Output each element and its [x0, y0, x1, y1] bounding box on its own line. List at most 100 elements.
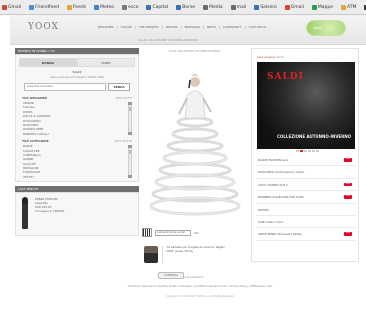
feature-item[interactable]: COCO CHANEL Part 2 new	[256, 179, 356, 192]
nav-separator: |	[219, 25, 221, 29]
tab-donna[interactable]: DONNA	[19, 58, 77, 67]
bookmark-label: Capital	[152, 4, 169, 10]
last-minute-thumbnail[interactable]	[20, 197, 30, 230]
list-item[interactable]: ROBERTO CAVALLI	[22, 132, 132, 136]
nav-item[interactable]: COLORI	[121, 25, 132, 29]
bookmark-2[interactable]: Feeds	[66, 4, 86, 10]
pager-dot[interactable]	[300, 150, 303, 152]
pager-dot[interactable]	[312, 150, 315, 152]
capital-icon	[146, 4, 152, 10]
feature-item[interactable]: SNOW MINDS Primavera Estate new	[256, 228, 356, 241]
bookmark-12[interactable]: ATM	[341, 4, 357, 10]
bookmark-label: Salsero	[260, 4, 277, 10]
nav-item[interactable]: THE PROJECT	[139, 25, 159, 29]
nav-separator: |	[161, 25, 163, 29]
center-caption: SALDI COLLEZIONE AUTUNNO-INVERNO	[168, 50, 221, 53]
feature-item-label: BIOSOS	[258, 207, 269, 212]
list-item[interactable]: VESTITI	[22, 175, 132, 179]
bookmark-9[interactable]: Salsero	[254, 4, 277, 10]
pager-dot[interactable]	[296, 150, 299, 152]
bookmark-0[interactable]: Gmail	[2, 4, 21, 10]
nav-item[interactable]: DESIGNER	[98, 25, 114, 29]
gmail-icon	[2, 4, 7, 10]
bookmark-label: Friendfeed	[35, 4, 59, 10]
feature-item[interactable]: MODERN COLLECTOR FOR YOOX new	[256, 191, 356, 204]
web-page: YOOX DESIGNER | COLORI | THE PROJECT | DESIGN |…	[10, 15, 366, 311]
scrollbar-up[interactable]	[128, 102, 132, 105]
bookmark-6[interactable]: Borse	[176, 4, 196, 10]
feature-item-label: COCO CHANEL Part 2	[258, 182, 288, 187]
scrollbar-up[interactable]	[128, 145, 132, 149]
scrollbar[interactable]	[128, 102, 132, 136]
feature-item-label: SNOW MINDS Primavera Estate	[258, 232, 302, 237]
search-input[interactable]: Cosa stai cercando?	[24, 83, 106, 91]
section-title[interactable]: SALDI	[16, 70, 138, 74]
site-logo[interactable]: YOOX	[28, 22, 59, 32]
section-subtitle[interactable]: Autunno/Inverno Primavera / Estate 2009	[16, 76, 138, 79]
bookmark-3[interactable]: Meteo	[94, 4, 114, 10]
newsletter-go-button[interactable]: VAI	[194, 231, 198, 235]
bookmark-label: Gmail	[290, 4, 304, 10]
shop-button[interactable]: SHOP	[306, 20, 346, 36]
sidebar-panel: DONNA UOMO SALDI Autunno/Inverno Primave…	[15, 54, 139, 183]
nav-item[interactable]: BREAKING	[184, 25, 200, 29]
nav-separator: |	[116, 25, 118, 29]
feature-item[interactable]: CAMI Caduco Chic	[256, 216, 356, 229]
tab-uomo[interactable]: UOMO	[77, 58, 135, 67]
last-minute-line: Consegna in FRANCE	[35, 209, 65, 214]
bookmark-1[interactable]: Friendfeed	[29, 4, 59, 10]
scrollbar-down[interactable]	[128, 132, 132, 136]
feature-item[interactable]: DIARIO FASHION Look new	[256, 154, 356, 167]
footer-copyright: Copyright © 2000-2009 YOOX S.p.A. All Ri…	[166, 295, 234, 298]
bookmark-10[interactable]: Gmail	[284, 4, 304, 10]
nav-separator: |	[134, 25, 136, 29]
bookmark-label: Borse	[182, 4, 196, 10]
feature-item[interactable]: DSQUARED Contemporary Vision	[256, 166, 356, 179]
bookmark-label: Meteo	[100, 4, 114, 10]
bookmark-label: Media	[209, 4, 223, 10]
categories-see-all-link[interactable]: VEDI TUTTE	[114, 139, 132, 143]
scrollbar-thumb[interactable]	[129, 150, 131, 155]
mail-icon	[230, 4, 236, 10]
bookmark-5[interactable]: Capital	[146, 4, 169, 10]
designers-see-all-link[interactable]: VEDI TUTTI	[115, 96, 132, 100]
promo-label-tail: SALDI	[275, 55, 284, 59]
last-minute-panel: ZEBRA FASHION Cappotto EUR 185,00 Consegna …	[15, 192, 139, 237]
bookmark-label: Mappe	[317, 4, 333, 10]
nav-item[interactable]: COMMUNITY	[223, 25, 242, 29]
scrollbar-thumb[interactable]	[129, 107, 131, 111]
pager-dot[interactable]	[308, 150, 311, 152]
designers-list: ARMANI CALLIGA DIESEL DOLCE & GABBANA DSQUAR…	[22, 101, 132, 136]
newsletter-input[interactable]: Aumenta la tua e-mail	[155, 229, 191, 236]
bookmark-icon	[122, 4, 127, 10]
bookmark-7[interactable]: Media	[203, 4, 223, 10]
new-badge: new	[344, 182, 352, 187]
promo-pager[interactable]	[296, 150, 319, 152]
bookmark-4[interactable]: ecco	[122, 4, 138, 10]
spiral-dress-image[interactable]	[147, 56, 242, 216]
nav-item[interactable]: YOOX BLOG	[249, 25, 267, 29]
promo-caption: COLLEZIONE AUTUNNO-INVERNO	[277, 134, 351, 139]
bookmark-11[interactable]: Mappe	[311, 4, 333, 10]
scrollbar[interactable]	[128, 145, 132, 179]
scrollbar-down[interactable]	[128, 175, 132, 179]
search-button[interactable]: CERCA	[108, 83, 130, 91]
right-feature-list: DIARIO FASHION Look new DSQUARED Contempor…	[256, 154, 356, 241]
pager-dot[interactable]	[316, 150, 319, 152]
categories-header: TOP CATEGORIE VEDI TUTTE	[16, 138, 138, 143]
feature-item-label: DSQUARED Contemporary Vision	[258, 170, 305, 175]
gmail-icon	[284, 4, 290, 10]
promo-banner[interactable]: SALDI COLLEZIONE AUTUNNO-INVERNO	[257, 62, 355, 149]
bookmark-label: ATM	[347, 4, 357, 10]
pager-dot[interactable]	[304, 150, 307, 152]
bookmark-8[interactable]: mail	[230, 4, 246, 10]
nav-item[interactable]: NEWS	[207, 25, 216, 29]
continue-button[interactable]: CONTINUA	[158, 272, 184, 279]
nav-item[interactable]: DESIGN	[166, 25, 178, 29]
feature-item-label: MODERN COLLECTOR FOR YOOX	[258, 195, 304, 200]
barcode-icon	[142, 228, 152, 237]
feature-item[interactable]: BIOSOS	[256, 204, 356, 216]
footer-links[interactable]: Condizioni Generali di Vendita | Diritto…	[70, 285, 330, 288]
designers-header: TOP DESIGNER VEDI TUTTI	[16, 95, 138, 100]
newsletter-row: Aumenta la tua e-mail VAI	[142, 228, 198, 237]
